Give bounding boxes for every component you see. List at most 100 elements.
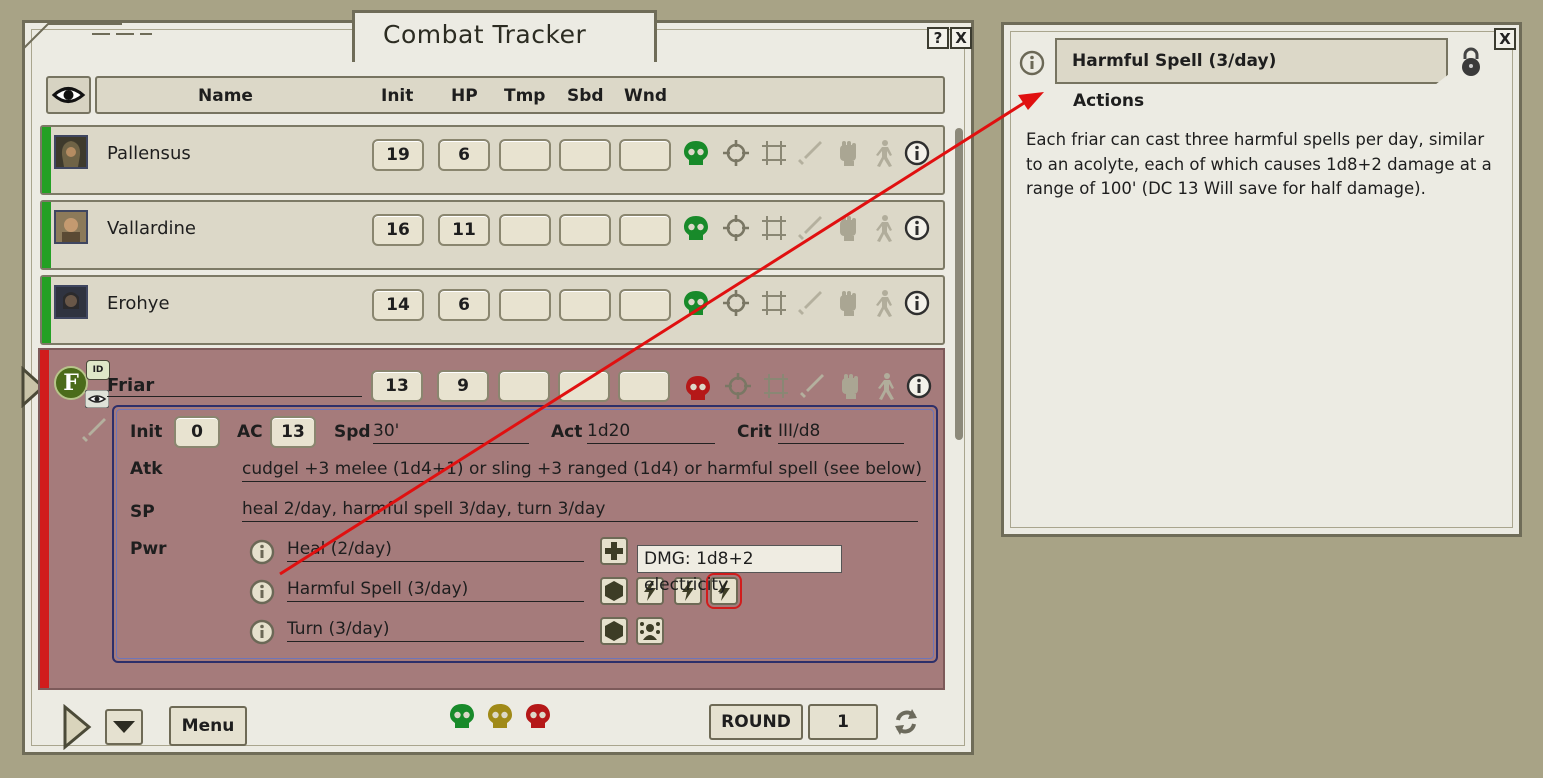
row-1-icons	[684, 138, 930, 168]
power-harmful-spell[interactable]: Harmful Spell (3/day)	[287, 577, 584, 602]
init-field[interactable]: 13	[371, 370, 423, 402]
menu-button[interactable]: Menu	[169, 706, 247, 746]
wnd-field[interactable]	[619, 289, 671, 321]
skull-icon	[686, 376, 710, 400]
header-wnd: Wnd	[624, 86, 668, 106]
init-field[interactable]: 16	[372, 214, 424, 246]
cast-button[interactable]	[600, 577, 628, 605]
tmp-field[interactable]	[499, 139, 551, 171]
combatant-name[interactable]: Pallensus	[107, 143, 191, 164]
info-icon[interactable]	[249, 579, 275, 605]
info-icon[interactable]	[249, 619, 275, 645]
hexagon-icon	[605, 581, 623, 601]
sbd-field[interactable]	[559, 289, 611, 321]
hp-field[interactable]: 9	[437, 370, 489, 402]
init-field[interactable]: 19	[372, 139, 424, 171]
hexagon-icon	[605, 621, 623, 641]
wnd-field[interactable]	[619, 139, 671, 171]
info-icon	[906, 373, 932, 399]
dropdown-button[interactable]	[105, 709, 143, 745]
init-mod-field[interactable]: 0	[174, 416, 220, 448]
hp-field[interactable]: 11	[438, 214, 490, 246]
plus-icon	[605, 542, 623, 560]
header-name: Name	[198, 86, 253, 106]
ac-field[interactable]: 13	[270, 416, 316, 448]
help-button[interactable]: ?	[927, 27, 949, 49]
power-description: Each friar can cast three harmful spells…	[1026, 130, 1492, 198]
row-3-icons	[684, 288, 930, 318]
runner-icon	[878, 373, 894, 400]
row-action-icons	[684, 138, 930, 318]
faction-bar	[42, 202, 51, 268]
ac-label: AC	[237, 422, 263, 442]
avatar[interactable]	[54, 285, 88, 319]
hp-field[interactable]: 6	[438, 289, 490, 321]
active-combatant-row[interactable]: F ID Friar 13 9 Init 0 AC 13 Spd 30' Act…	[38, 348, 945, 690]
spd-label: Spd	[334, 422, 371, 442]
refresh-icon[interactable]	[890, 706, 922, 738]
wnd-field[interactable]	[619, 214, 671, 246]
lock-icon[interactable]	[1458, 46, 1484, 78]
section-heading: Actions	[1073, 91, 1145, 111]
act-field[interactable]: 1d20	[587, 419, 715, 444]
info-icon[interactable]	[249, 539, 275, 565]
cast-button[interactable]	[600, 617, 628, 645]
close-button[interactable]: X	[1494, 28, 1516, 50]
init-field[interactable]: 14	[372, 289, 424, 321]
tmp-field[interactable]	[498, 370, 550, 402]
chevron-down-icon	[113, 721, 135, 733]
sword-icon[interactable]	[80, 416, 108, 444]
combatant-name[interactable]: Friar	[107, 375, 362, 397]
round-counter[interactable]: 1	[808, 704, 878, 740]
faction-bar	[42, 127, 51, 193]
hp-field[interactable]: 6	[438, 139, 490, 171]
hostile-skull-icon	[526, 704, 550, 728]
heal-button[interactable]	[600, 537, 628, 565]
visibility-toggle-button[interactable]	[46, 76, 91, 114]
header-hp: HP	[451, 86, 478, 106]
faction-bar	[40, 350, 49, 688]
neutral-skull-icon	[488, 704, 512, 728]
grid-icon	[763, 373, 789, 399]
window-corner-decoration	[23, 23, 152, 49]
fist-icon	[842, 374, 858, 399]
avatar[interactable]	[54, 210, 88, 244]
power-heal[interactable]: Heal (2/day)	[287, 537, 584, 562]
atk-field[interactable]: cudgel +3 melee (1d4+1) or sling +3 rang…	[242, 457, 926, 482]
tmp-field[interactable]	[499, 214, 551, 246]
sp-field[interactable]: heal 2/day, harmful spell 3/day, turn 3/…	[242, 497, 918, 522]
close-button[interactable]: X	[950, 27, 972, 49]
token-avatar[interactable]: F	[54, 366, 88, 400]
avatar[interactable]	[54, 135, 88, 169]
sbd-field[interactable]	[559, 214, 611, 246]
combatant-name[interactable]: Vallardine	[107, 218, 196, 239]
sword-icon	[800, 374, 824, 398]
sbd-field[interactable]	[559, 139, 611, 171]
row-2-icons	[684, 213, 930, 243]
active-row-icons	[686, 372, 932, 401]
crit-label: Crit	[737, 422, 772, 442]
act-label: Act	[551, 422, 583, 442]
eye-icon[interactable]	[85, 390, 109, 408]
next-turn-icon[interactable]	[62, 704, 92, 750]
tmp-field[interactable]	[499, 289, 551, 321]
window-title: Combat Tracker	[383, 20, 587, 49]
sbd-field[interactable]	[558, 370, 610, 402]
scrollbar[interactable]	[955, 128, 963, 440]
sp-label: SP	[130, 502, 155, 522]
combatant-name[interactable]: Erohye	[107, 293, 170, 314]
faction-bar	[42, 277, 51, 343]
npc-detail-panel: Init 0 AC 13 Spd 30' Act 1d20 Crit III/d…	[112, 405, 938, 663]
damage-tooltip: DMG: 1d8+2 electricity	[637, 545, 842, 595]
header-init: Init	[381, 86, 414, 106]
power-turn[interactable]: Turn (3/day)	[287, 617, 584, 642]
header-sbd: Sbd	[567, 86, 604, 106]
info-icon[interactable]	[1018, 49, 1046, 77]
atk-label: Atk	[130, 459, 163, 479]
crit-field[interactable]: III/d8	[778, 419, 904, 444]
wnd-field[interactable]	[618, 370, 670, 402]
spd-field[interactable]: 30'	[373, 419, 529, 444]
turn-button[interactable]	[636, 617, 664, 645]
turn-undead-icon	[640, 622, 660, 640]
power-title: Harmful Spell (3/day)	[1072, 51, 1277, 71]
